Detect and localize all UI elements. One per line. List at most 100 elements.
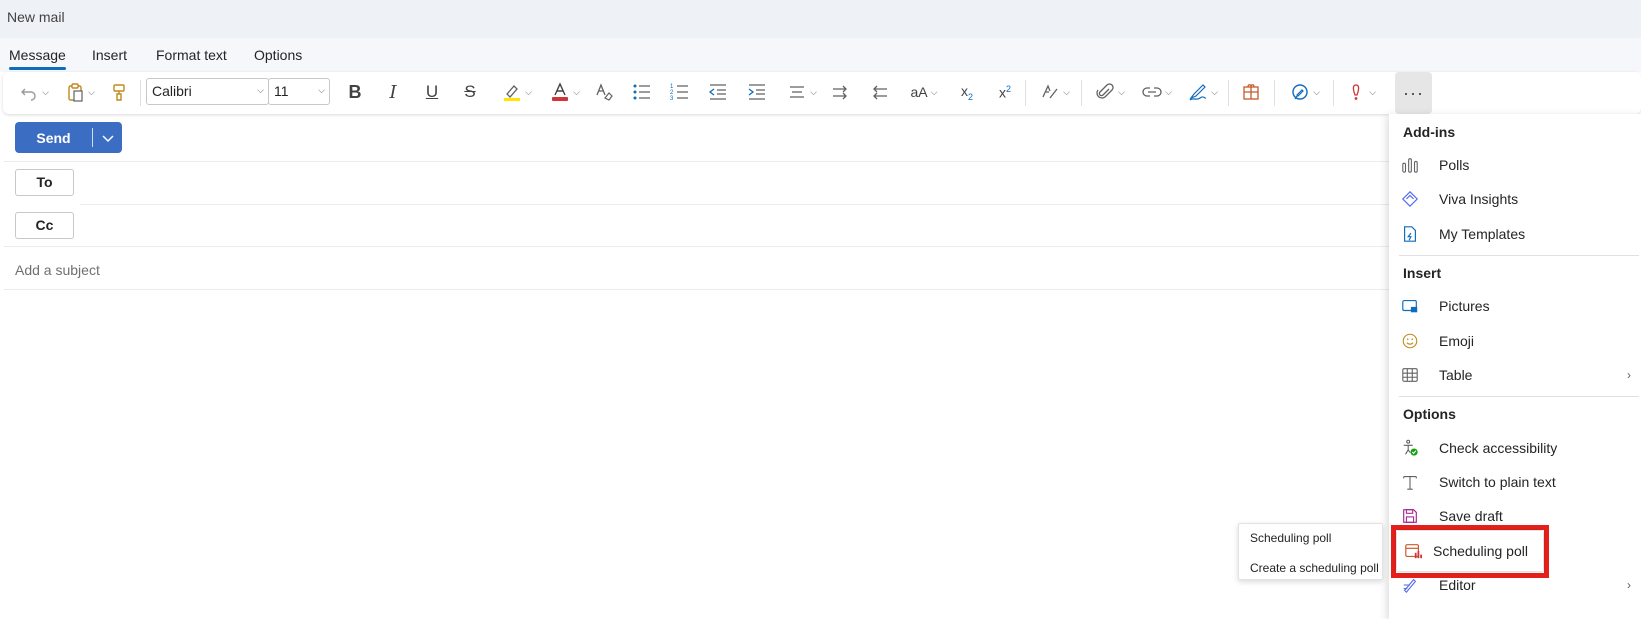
numbering-button[interactable]: 123 [668, 78, 692, 106]
underline-button[interactable]: U [420, 78, 444, 106]
decrease-indent-button[interactable] [706, 78, 730, 106]
menu-item-label: Emoji [1439, 333, 1475, 349]
chevron-right-icon: › [1627, 368, 1631, 382]
menu-header-options: Options [1403, 406, 1456, 422]
subscript-icon: x2 [960, 82, 973, 102]
strikethrough-button[interactable]: S [458, 78, 482, 106]
highlight-button[interactable]: ⌵ [497, 78, 537, 106]
font-color-icon [552, 82, 569, 101]
tab-format-text[interactable]: Format text [156, 47, 227, 63]
toolbar-separator [1025, 80, 1026, 106]
menu-item-pictures[interactable]: Pictures [1395, 289, 1641, 323]
paste-button[interactable]: ⌵ [61, 78, 99, 106]
table-icon [1402, 368, 1418, 382]
underline-icon: U [425, 82, 439, 101]
scheduling-poll-icon [1405, 544, 1422, 559]
menu-item-check-accessibility[interactable]: Check accessibility [1395, 431, 1641, 465]
menu-item-viva-insights[interactable]: Viva Insights [1395, 182, 1641, 216]
highlight-icon [504, 85, 521, 101]
tab-options[interactable]: Options [254, 47, 302, 63]
bullets-button[interactable] [630, 78, 654, 106]
clear-formatting-button[interactable] [592, 78, 616, 106]
text-direction-ltr-icon [833, 85, 847, 100]
link-icon [1142, 87, 1162, 97]
ribbon-toolbar: ⌵ ⌵ Calibri ⌵ 11 ⌵ B I U S ⌵ ⌵ 123 ⌵ aA … [3, 72, 1641, 114]
divider [4, 161, 1390, 162]
menu-item-label: Table [1439, 367, 1473, 383]
divider [4, 289, 1390, 290]
undo-icon [21, 88, 36, 101]
menu-item-scheduling-poll[interactable]: Scheduling poll [1397, 531, 1543, 571]
window-title: New mail [7, 9, 65, 25]
more-options-button[interactable]: ··· [1395, 72, 1432, 114]
undo-button[interactable]: ⌵ [16, 78, 52, 106]
to-button[interactable]: To [15, 169, 74, 196]
menu-item-table[interactable]: Table › [1395, 358, 1641, 392]
signature-button[interactable]: ⌵ [1184, 78, 1222, 106]
menu-header-insert: Insert [1403, 265, 1442, 281]
menu-divider [1399, 255, 1639, 256]
tab-insert[interactable]: Insert [92, 47, 127, 63]
tab-message[interactable]: Message [9, 47, 66, 70]
italic-icon: I [389, 81, 397, 103]
importance-button[interactable]: ⌵ [1342, 78, 1380, 106]
font-name-dropdown[interactable]: Calibri ⌵ [146, 78, 269, 105]
send-options-chevron-icon[interactable] [93, 131, 122, 145]
polls-icon [1402, 158, 1418, 173]
send-label: Send [36, 129, 71, 146]
editor-button[interactable]: ⌵ [1286, 78, 1324, 106]
subject-input[interactable]: Add a subject [15, 262, 100, 278]
styles-button[interactable]: ⌵ [1036, 78, 1074, 106]
tooltip-description: Create a scheduling poll [1250, 561, 1379, 575]
menu-item-switch-to-plain-text[interactable]: Switch to plain text [1395, 465, 1641, 499]
numbering-icon: 123 [670, 84, 688, 102]
importance-icon [1352, 84, 1360, 100]
svg-text:3: 3 [670, 96, 674, 102]
strikethrough-icon: S [464, 82, 476, 101]
templates-icon [1404, 226, 1416, 242]
menu-header-addins: Add-ins [1403, 124, 1456, 140]
increase-indent-button[interactable] [745, 78, 769, 106]
font-name-value: Calibri [152, 83, 192, 99]
subscript-button[interactable]: x2 [955, 78, 979, 106]
toolbar-separator [1333, 80, 1334, 106]
signature-icon [1189, 84, 1207, 101]
clear-formatting-icon [596, 83, 613, 101]
send-button[interactable]: Send [15, 122, 122, 153]
title-bar: New mail [0, 0, 1641, 38]
cc-button[interactable]: Cc [15, 212, 74, 239]
link-button[interactable]: ⌵ [1138, 78, 1176, 106]
ribbon-tabs: Message Insert Format text Options [0, 38, 1641, 72]
font-size-dropdown[interactable]: 11 ⌵ [268, 78, 330, 105]
chevron-down-icon: ⌵ [318, 85, 325, 95]
italic-button[interactable]: I [381, 78, 405, 106]
save-icon [1403, 509, 1417, 523]
superscript-button[interactable]: x2 [993, 78, 1017, 106]
bold-button[interactable]: B [343, 78, 367, 106]
align-button[interactable]: ⌵ [783, 78, 821, 106]
text-direction-rtl-button[interactable] [867, 78, 891, 106]
change-case-button[interactable]: aA ⌵ [905, 78, 943, 106]
menu-item-label: Polls [1439, 157, 1470, 173]
menu-item-label: Scheduling poll [1433, 543, 1528, 559]
toolbar-separator [1274, 80, 1275, 106]
apps-button[interactable] [1239, 78, 1263, 106]
paste-icon [68, 83, 83, 102]
format-painter-button[interactable] [107, 78, 131, 106]
emoji-icon [1402, 333, 1418, 349]
menu-item-label: Editor [1439, 577, 1476, 593]
menu-item-polls[interactable]: Polls [1395, 148, 1641, 182]
menu-item-label: Check accessibility [1439, 440, 1558, 456]
attach-button[interactable]: ⌵ [1091, 78, 1129, 106]
editor-icon [1403, 578, 1417, 593]
align-icon [790, 86, 805, 98]
font-color-button[interactable]: ⌵ [546, 78, 584, 106]
menu-divider [1399, 396, 1639, 397]
bullets-icon [633, 84, 650, 100]
menu-item-label: Save draft [1439, 508, 1503, 524]
apps-icon [1243, 84, 1259, 100]
text-direction-ltr-button[interactable] [829, 78, 853, 106]
menu-item-label: Viva Insights [1439, 191, 1519, 207]
menu-item-emoji[interactable]: Emoji [1395, 324, 1641, 358]
menu-item-my-templates[interactable]: My Templates [1395, 217, 1641, 251]
